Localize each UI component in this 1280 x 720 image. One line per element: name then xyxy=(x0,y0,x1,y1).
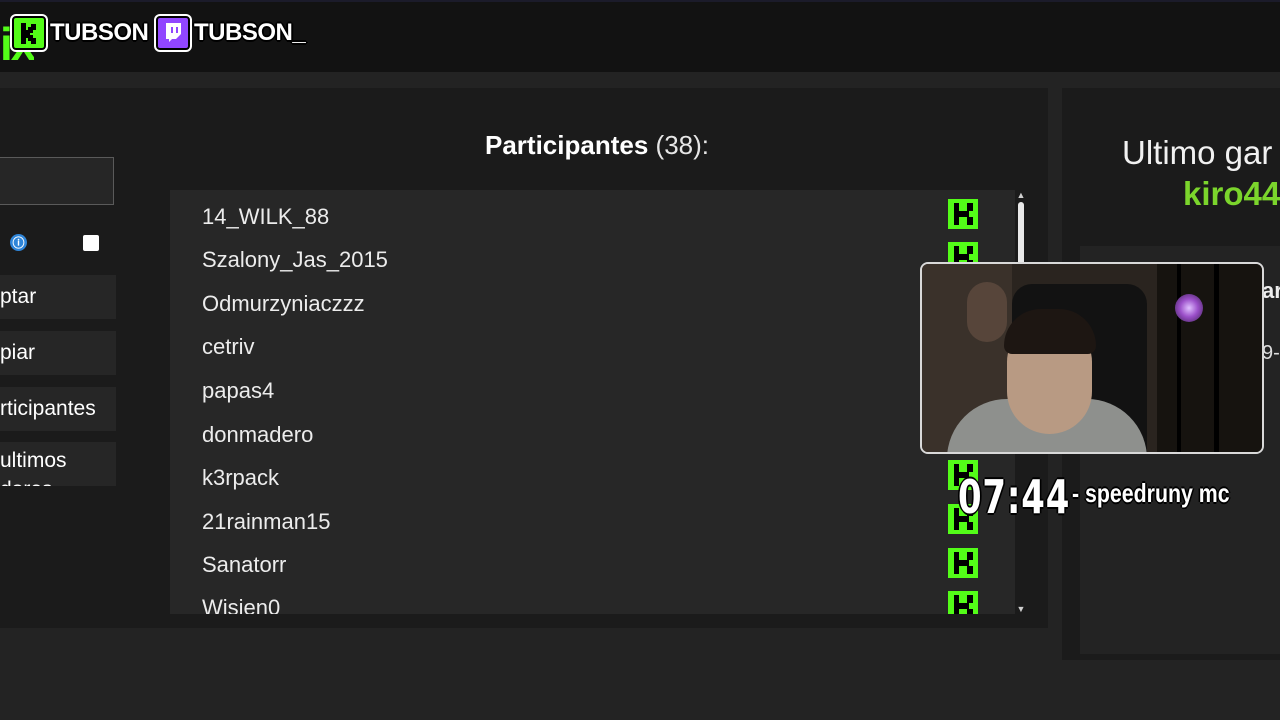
twitch-handle: TUBSON_ xyxy=(156,15,306,51)
twitch-logo-icon xyxy=(156,16,190,50)
kick-platform-icon xyxy=(948,199,978,229)
list-item: papas4 xyxy=(202,378,275,403)
list-item: k3rpack xyxy=(202,465,280,490)
last-winner-name: kiro44 xyxy=(1183,175,1280,212)
top-bar: ix TUBSON TUBSON_ xyxy=(0,0,1280,72)
kick-logo-icon xyxy=(12,16,46,50)
list-item: 21rainman15 xyxy=(202,509,331,534)
kick-handle: TUBSON xyxy=(12,15,149,51)
participants-count: (38): xyxy=(655,130,709,160)
list-item: Sanatorr xyxy=(202,552,287,577)
webcam-background-object xyxy=(967,282,1007,342)
list-item: Wisien0 xyxy=(202,595,281,614)
stream-caption: - speedruny mc xyxy=(1072,478,1230,508)
twitch-handle-label: TUBSON_ xyxy=(194,19,306,46)
option-checkbox[interactable] xyxy=(83,235,99,251)
copy-button-label: piar xyxy=(0,341,36,364)
kick-platform-icon xyxy=(948,591,978,614)
winner-card-date: 9- xyxy=(1262,342,1280,364)
last-winners-label-line1: ultimos xyxy=(0,449,67,472)
list-item: Odmurzyniaczzz xyxy=(202,291,365,316)
accept-button-label: ptar xyxy=(0,285,37,308)
info-icon[interactable]: ⓘ xyxy=(10,234,27,251)
scroll-up-icon[interactable]: ▲ xyxy=(1015,190,1027,200)
kick-handle-label: TUBSON xyxy=(50,19,149,46)
list-item: donmadero xyxy=(202,422,314,447)
webcam-shelf xyxy=(1157,264,1262,452)
stream-timer: 07:44 xyxy=(958,470,1071,524)
participants-list[interactable]: 14_WILK_88 Szalony_Jas_2015 Odmurzyniacz… xyxy=(170,190,1015,614)
list-item: 14_WILK_88 xyxy=(202,204,330,229)
participants-title: Participantes (38): xyxy=(485,130,709,161)
list-item: cetriv xyxy=(202,334,255,359)
last-winners-button[interactable]: ultimos dores xyxy=(0,442,116,486)
last-winner-label: Ultimo gar xyxy=(1122,134,1273,171)
webcam-overlay xyxy=(920,262,1264,454)
participants-button-label: rticipantes xyxy=(0,397,96,420)
winner-card-title: ar xyxy=(1262,278,1280,303)
kick-platform-icon xyxy=(948,548,978,578)
list-item: Szalony_Jas_2015 xyxy=(202,247,388,272)
copy-button[interactable]: piar xyxy=(0,331,116,375)
plasma-ball-icon xyxy=(1175,294,1203,322)
scroll-down-icon[interactable]: ▼ xyxy=(1015,604,1027,614)
participants-title-label: Participantes xyxy=(485,130,649,160)
webcam-shelf-post xyxy=(1177,264,1181,452)
keyword-input[interactable] xyxy=(0,157,114,205)
participants-button[interactable]: rticipantes xyxy=(0,387,116,431)
last-winners-label-line2: dores xyxy=(0,475,67,486)
accept-button[interactable]: ptar xyxy=(0,275,116,319)
webcam-shelf-post xyxy=(1214,264,1219,452)
